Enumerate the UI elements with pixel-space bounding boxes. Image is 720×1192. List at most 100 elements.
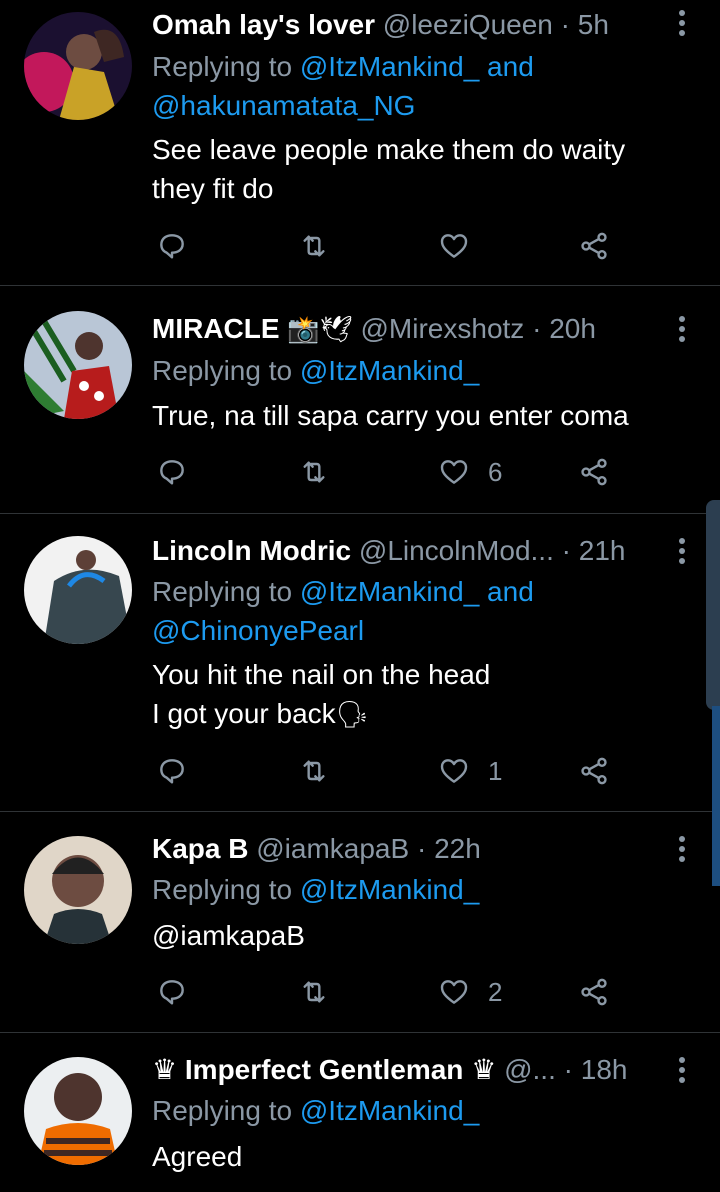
tweet-text: Agreed (152, 1137, 242, 1176)
share-icon (581, 757, 607, 785)
reply-button[interactable] (156, 972, 188, 1012)
name-emoji: 📸🕊 (287, 314, 353, 344)
display-name[interactable]: Omah lay's lover (152, 9, 375, 40)
retweet-button[interactable] (298, 226, 330, 266)
replying-prefix: Replying to (152, 576, 293, 607)
share-button[interactable] (578, 452, 610, 492)
tweet-text-mention[interactable]: @iamkapaB (152, 916, 305, 955)
more-vertical-icon[interactable] (670, 832, 694, 864)
action-bar: 1 (152, 751, 622, 791)
speaking-head-emoji: 🗣 (335, 699, 369, 729)
retweet-icon (303, 981, 325, 1003)
reply-icon (160, 460, 184, 485)
like-button[interactable]: 6 (438, 452, 502, 492)
separator-dot: · (560, 9, 570, 40)
display-name[interactable]: Kapa B (152, 833, 248, 864)
tweet-text-line: You hit the nail on the head (152, 659, 491, 690)
like-button[interactable]: 2 (438, 972, 502, 1012)
scrollbar-thumb[interactable] (706, 500, 720, 710)
user-handle[interactable]: @... (504, 1054, 556, 1085)
timestamp[interactable]: 22h (434, 833, 481, 864)
tweet-text-line: True, na till sapa carry you enter coma (152, 400, 629, 431)
display-name[interactable]: MIRACLE (152, 313, 280, 344)
tweet-text: True, na till sapa carry you enter coma (152, 396, 629, 435)
user-handle[interactable]: @LincolnMod... (359, 535, 554, 566)
more-vertical-icon[interactable] (670, 1053, 694, 1085)
timestamp[interactable]: 5h (578, 9, 609, 40)
user-handle[interactable]: @leeziQueen (383, 9, 553, 40)
timestamp[interactable]: 21h (579, 535, 626, 566)
tweet-text-line: they fit do (152, 173, 274, 204)
like-count: 2 (488, 976, 503, 1007)
replying-prefix: Replying to (152, 874, 293, 905)
reply-mention[interactable]: @ItzMankind_ (300, 1095, 479, 1126)
crown-icon: ♛ (471, 1054, 497, 1085)
tweet-text-line: I got your back🗣 (152, 694, 490, 734)
tweet-2[interactable]: MIRACLE 📸🕊 @Mirexshotz · 20h Replying to… (0, 286, 720, 514)
replying-to: Replying to @ItzMankind_ (152, 870, 479, 909)
reply-mention[interactable]: @hakunamatata_NG (152, 86, 415, 125)
reply-button[interactable] (156, 751, 188, 791)
like-count: 6 (488, 456, 503, 487)
avatar[interactable] (24, 1057, 132, 1165)
tweet-3[interactable]: Lincoln Modric @LincolnMod... · 21h Repl… (0, 514, 720, 812)
separator-dot: · (561, 535, 571, 566)
tweet-4[interactable]: Kapa B @iamkapaB · 22h Replying to @ItzM… (0, 812, 720, 1033)
scrollbar-track[interactable] (712, 706, 720, 886)
share-button[interactable] (578, 972, 610, 1012)
tweet-5[interactable]: ♛ Imperfect Gentleman ♛ @... · 18h Reply… (0, 1033, 720, 1192)
retweet-button[interactable] (298, 452, 330, 492)
avatar[interactable] (24, 311, 132, 419)
reply-mention[interactable]: @ChinonyePearl (152, 611, 364, 650)
separator-dot: · (416, 833, 427, 864)
reply-button[interactable] (156, 226, 188, 266)
more-vertical-icon[interactable] (670, 312, 694, 344)
like-icon (440, 234, 468, 258)
like-icon (440, 759, 468, 783)
reply-button[interactable] (156, 452, 188, 492)
timestamp[interactable]: 18h (581, 1054, 628, 1085)
timestamp[interactable]: 20h (549, 313, 596, 344)
reply-mention[interactable]: @ItzMankind_ and (300, 576, 534, 607)
replying-to: Replying to @ItzMankind_ and (152, 572, 534, 611)
avatar[interactable] (24, 12, 132, 120)
like-icon (440, 980, 468, 1004)
like-button[interactable] (438, 226, 488, 266)
tweet-text-span: I got your back (152, 698, 336, 729)
reply-mention[interactable]: @ItzMankind_ and (300, 51, 534, 82)
user-handle[interactable]: @iamkapaB (256, 833, 409, 864)
share-button[interactable] (578, 226, 610, 266)
reply-mention[interactable]: @ItzMankind_ (300, 355, 479, 386)
display-name[interactable]: Lincoln Modric (152, 535, 351, 566)
share-icon (581, 232, 607, 260)
separator-dot: · (563, 1054, 573, 1085)
display-name[interactable]: Imperfect Gentleman (185, 1054, 464, 1085)
replying-prefix: Replying to (152, 355, 293, 386)
retweet-button[interactable] (298, 972, 330, 1012)
retweet-icon (303, 760, 325, 782)
retweet-button[interactable] (298, 751, 330, 791)
separator-dot: · (532, 313, 542, 344)
tweet-text-line: See leave people make them do waity (152, 134, 626, 165)
crown-icon: ♛ (152, 1054, 178, 1085)
tweet-text: You hit the nail on the head I got your … (152, 655, 490, 734)
replying-to: Replying to @ItzMankind_ and (152, 47, 534, 86)
replying-prefix: Replying to (152, 1095, 293, 1126)
share-button[interactable] (578, 751, 610, 791)
retweet-icon (303, 235, 325, 257)
reply-mention[interactable]: @ItzMankind_ (300, 874, 479, 905)
share-icon (581, 458, 607, 486)
user-handle[interactable]: @Mirexshotz (361, 313, 525, 344)
tweet-1[interactable]: Omah lay's lover @leeziQueen · 5h Replyi… (0, 0, 720, 286)
avatar[interactable] (24, 836, 132, 944)
avatar[interactable] (24, 536, 132, 644)
action-bar: 6 (152, 452, 622, 492)
replying-prefix: Replying to (152, 51, 293, 82)
reply-icon (160, 980, 184, 1005)
share-icon (581, 978, 607, 1006)
tweet-text: See leave people make them do waity they… (152, 130, 625, 208)
reply-icon (160, 234, 184, 259)
like-button[interactable]: 1 (438, 751, 502, 791)
more-vertical-icon[interactable] (670, 6, 694, 38)
more-vertical-icon[interactable] (670, 534, 694, 566)
